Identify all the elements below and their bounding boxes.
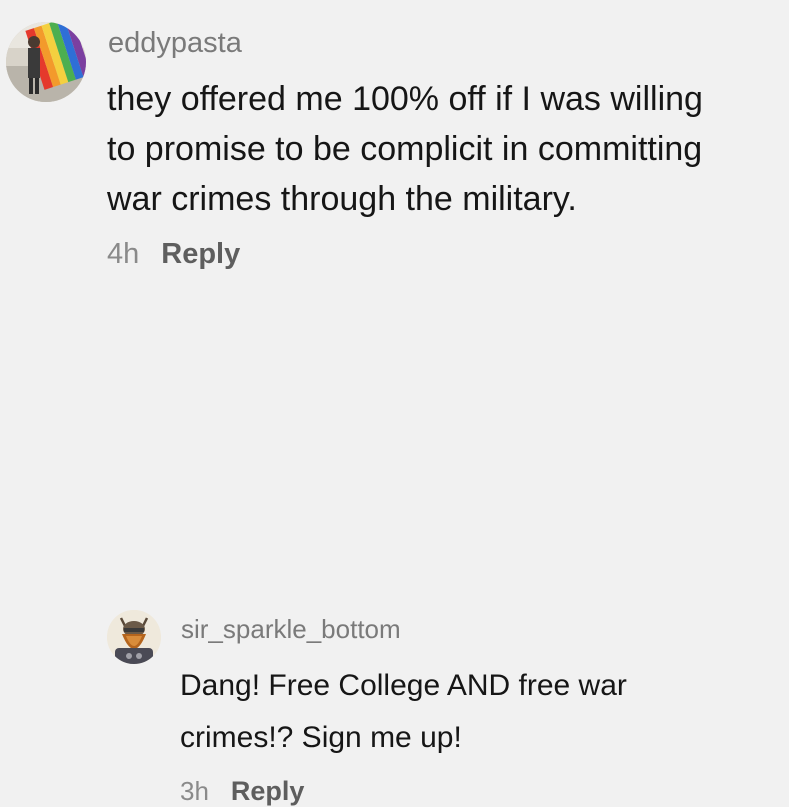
- comment-item: eddypasta they offered me 100% off if I …: [0, 0, 789, 300]
- timestamp: 3h: [180, 776, 209, 806]
- avatar[interactable]: [107, 610, 161, 664]
- username[interactable]: sir_sparkle_bottom: [181, 616, 401, 642]
- username[interactable]: eddypasta: [108, 29, 242, 58]
- avatar-image: [6, 22, 86, 102]
- reply-comment-item: sir_sparkle_bottom Dang! Free College AN…: [0, 300, 789, 806]
- timestamp: 4h: [107, 238, 140, 270]
- comment-text: Dang! Free College AND free war crimes!?…: [180, 669, 627, 754]
- avatar[interactable]: [6, 22, 86, 102]
- comment-meta: 4h Reply: [107, 238, 240, 271]
- comment-text: they offered me 100% off if I was willin…: [107, 80, 703, 218]
- avatar-image: [107, 610, 161, 664]
- reply-button[interactable]: Reply: [231, 776, 305, 807]
- reply-button[interactable]: Reply: [161, 238, 240, 271]
- comment-meta: 3h Reply: [180, 776, 304, 807]
